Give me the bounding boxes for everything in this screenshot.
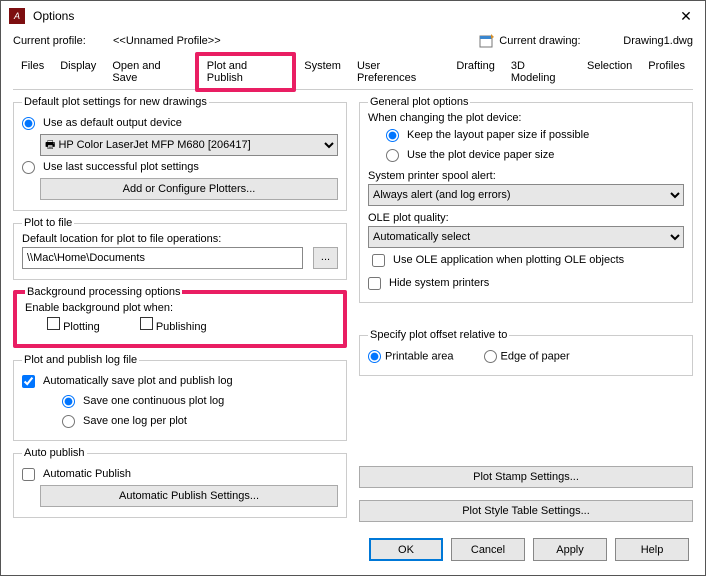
spool-alert-dropdown[interactable]: Always alert (and log errors) [368, 184, 684, 206]
edge-of-paper-radio[interactable] [484, 350, 497, 363]
keep-layout-radio[interactable] [386, 129, 399, 142]
tab-display[interactable]: Display [52, 55, 104, 89]
current-drawing-label: Current drawing: [499, 35, 599, 47]
plot-offset-legend: Specify plot offset relative to [368, 329, 509, 341]
printable-area-label: Printable area [385, 350, 454, 362]
default-plot-settings-group: Default plot settings for new drawings U… [13, 96, 347, 211]
use-device-paper-label: Use the plot device paper size [407, 149, 554, 161]
tab-open-save[interactable]: Open and Save [104, 55, 194, 89]
default-device-dropdown[interactable]: 🖶 HP Color LaserJet MFP M680 [206417] [40, 134, 338, 156]
help-button[interactable]: Help [615, 538, 689, 561]
auto-save-log-label: Automatically save plot and publish log [43, 375, 233, 387]
general-plot-options-group: General plot options When changing the p… [359, 96, 693, 303]
default-plot-settings-legend: Default plot settings for new drawings [22, 96, 209, 108]
apply-button[interactable]: Apply [533, 538, 607, 561]
general-plot-options-legend: General plot options [368, 96, 470, 108]
one-log-per-plot-label: Save one log per plot [83, 415, 187, 427]
spool-alert-label: System printer spool alert: [368, 170, 684, 182]
auto-publish-group: Auto publish Automatic Publish Automatic… [13, 447, 347, 518]
titlebar: A Options ✕ [1, 1, 705, 31]
background-when-label: Enable background plot when: [25, 302, 335, 314]
plotting-checkbox[interactable] [47, 317, 60, 330]
use-device-paper-radio[interactable] [386, 149, 399, 162]
tab-system[interactable]: System [296, 55, 349, 89]
current-profile-label: Current profile: [13, 35, 113, 47]
tab-profiles[interactable]: Profiles [640, 55, 693, 89]
publishing-checkbox[interactable] [140, 317, 153, 330]
drawing-icon [479, 33, 495, 49]
cancel-button[interactable]: Cancel [451, 538, 525, 561]
plot-to-file-legend: Plot to file [22, 217, 74, 229]
plot-to-file-group: Plot to file Default location for plot t… [13, 217, 347, 280]
tab-user-pref[interactable]: User Preferences [349, 55, 448, 89]
current-profile-value: <<Unnamed Profile>> [113, 35, 273, 47]
log-file-legend: Plot and publish log file [22, 354, 139, 366]
browse-button[interactable]: ... [313, 247, 338, 269]
tab-3d-modeling[interactable]: 3D Modeling [503, 55, 579, 89]
hide-system-printers-label: Hide system printers [389, 277, 489, 289]
background-processing-group: Background processing options Enable bac… [13, 286, 347, 348]
app-icon: A [9, 8, 25, 24]
automatic-publish-checkbox[interactable] [22, 468, 35, 481]
current-drawing-value: Drawing1.dwg [623, 35, 693, 47]
add-configure-plotters-button[interactable]: Add or Configure Plotters... [40, 178, 338, 200]
background-processing-legend: Background processing options [25, 286, 182, 298]
use-ole-app-label: Use OLE application when plotting OLE ob… [393, 254, 684, 266]
one-log-per-plot-radio[interactable] [62, 415, 75, 428]
automatic-publish-settings-button[interactable]: Automatic Publish Settings... [40, 485, 338, 507]
log-file-group: Plot and publish log file Automatically … [13, 354, 347, 441]
use-last-settings-label: Use last successful plot settings [43, 161, 199, 173]
publishing-label: Publishing [156, 321, 207, 333]
ole-quality-dropdown[interactable]: Automatically select [368, 226, 684, 248]
plotting-label: Plotting [63, 321, 100, 333]
use-ole-app-checkbox[interactable] [372, 254, 385, 267]
keep-layout-label: Keep the layout paper size if possible [407, 129, 589, 141]
dialog-footer: OK Cancel Apply Help [1, 528, 705, 575]
plot-to-file-path-input[interactable] [22, 247, 303, 269]
plot-stamp-settings-button[interactable]: Plot Stamp Settings... [359, 466, 693, 488]
use-last-settings-radio[interactable] [22, 161, 35, 174]
printable-area-radio[interactable] [368, 350, 381, 363]
tab-bar: Files Display Open and Save Plot and Pub… [13, 55, 693, 90]
automatic-publish-label: Automatic Publish [43, 468, 131, 480]
plot-to-file-label: Default location for plot to file operat… [22, 233, 338, 245]
use-default-device-label: Use as default output device [43, 117, 182, 129]
edge-of-paper-label: Edge of paper [501, 350, 570, 362]
window-title: Options [33, 9, 74, 23]
auto-publish-legend: Auto publish [22, 447, 87, 459]
ole-quality-label: OLE plot quality: [368, 212, 684, 224]
tab-plot-publish[interactable]: Plot and Publish [195, 52, 296, 92]
change-device-label: When changing the plot device: [368, 112, 684, 124]
tab-files[interactable]: Files [13, 55, 52, 89]
tab-drafting[interactable]: Drafting [448, 55, 503, 89]
plot-offset-group: Specify plot offset relative to Printabl… [359, 329, 693, 376]
hide-system-printers-checkbox[interactable] [368, 277, 381, 290]
auto-save-log-checkbox[interactable] [22, 375, 35, 388]
tab-selection[interactable]: Selection [579, 55, 640, 89]
use-default-device-radio[interactable] [22, 117, 35, 130]
plot-style-table-settings-button[interactable]: Plot Style Table Settings... [359, 500, 693, 522]
ok-button[interactable]: OK [369, 538, 443, 561]
one-continuous-log-radio[interactable] [62, 395, 75, 408]
one-continuous-log-label: Save one continuous plot log [83, 395, 224, 407]
close-button[interactable]: ✕ [675, 5, 697, 27]
